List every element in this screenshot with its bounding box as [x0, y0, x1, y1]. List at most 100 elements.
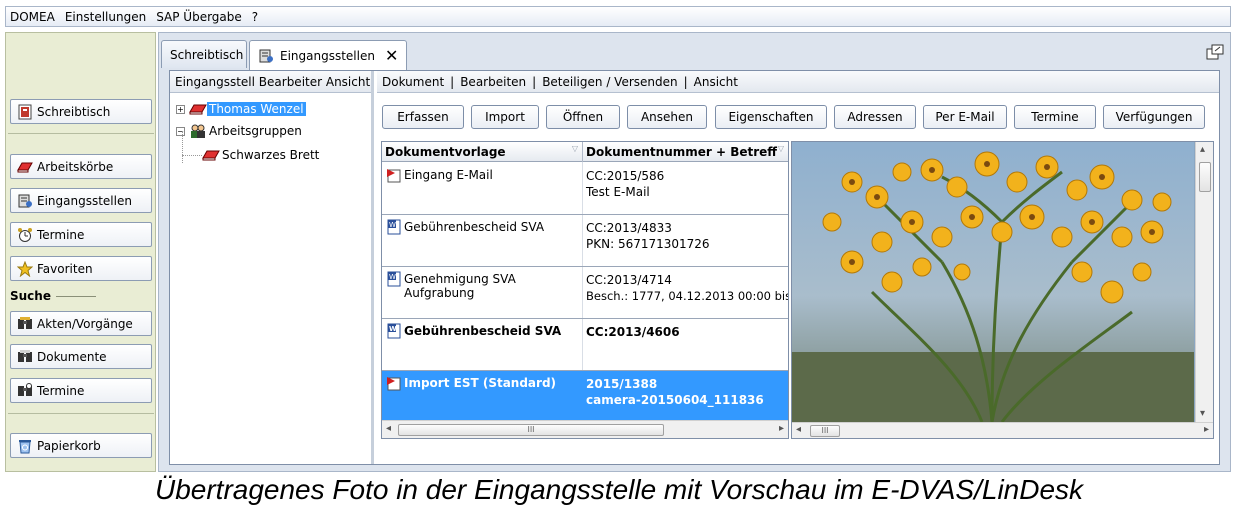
basket-icon: [189, 102, 207, 116]
adressen-button[interactable]: Adressen: [834, 105, 916, 129]
svg-text:W: W: [389, 273, 396, 281]
tree-node-thomas-wenzel[interactable]: + Thomas Wenzel: [176, 100, 306, 118]
nav-label: Papierkorb: [37, 438, 101, 453]
nav-divider: [8, 133, 154, 134]
collapse-icon[interactable]: −: [176, 126, 185, 136]
nav-dokumente-button[interactable]: Dokumente: [10, 344, 152, 369]
scroll-thumb[interactable]: [1199, 162, 1211, 192]
table-row[interactable]: W Genehmigung SVA Aufgrabung CC:2013/471…: [382, 267, 788, 319]
tree-node-schwarzes-brett[interactable]: Schwarzes Brett: [202, 146, 319, 164]
close-tab-icon[interactable]: ✕: [385, 46, 398, 65]
nav-akten-vorgaenge-button[interactable]: Akten/Vorgänge: [10, 311, 152, 336]
cell-betreff: PKN: 567171301726: [586, 237, 710, 251]
menu-separator: |: [532, 74, 537, 89]
document-menu: Dokument | Bearbeiten | Beteiligen / Ver…: [377, 71, 1219, 93]
scroll-thumb[interactable]: III: [810, 425, 840, 437]
table-row[interactable]: W Gebührenbescheid SVA CC:2013/4606: [382, 319, 788, 371]
nav-schreibtisch-button[interactable]: Schreibtisch: [10, 99, 152, 124]
eigenschaften-button[interactable]: Eigenschaften: [715, 105, 827, 129]
scroll-left-icon[interactable]: ◂: [386, 423, 391, 434]
scroll-down-icon[interactable]: ▾: [1200, 408, 1205, 419]
cell-nummer: 2015/1388: [586, 377, 658, 391]
main-area: Schreibtisch Eingangsstellen ✕ Eingangss…: [158, 32, 1231, 472]
nav-eingangsstellen-button[interactable]: Eingangsstellen: [10, 188, 152, 213]
menu-sap-uebergabe[interactable]: SAP Übergabe: [156, 10, 242, 24]
scroll-up-icon[interactable]: ▴: [1200, 144, 1205, 155]
undock-window-icon[interactable]: [1206, 44, 1224, 60]
tree-label: Thomas Wenzel: [207, 102, 306, 116]
tree-label: Arbeitsgruppen: [209, 124, 302, 138]
ansehen-button[interactable]: Ansehen: [627, 105, 707, 129]
sort-icon: ▽: [777, 144, 784, 153]
column-header-dokumentnummer[interactable]: Dokumentnummer + Betreff ▽: [583, 142, 788, 162]
cell-nummer: CC:2013/4833: [586, 221, 672, 235]
tab-label: Eingangsstellen: [280, 48, 375, 63]
tree-label: Schwarzes Brett: [222, 148, 320, 162]
star-icon: [16, 260, 34, 277]
termine-button[interactable]: Termine: [1014, 105, 1096, 129]
table-row[interactable]: W Gebührenbescheid SVA CC:2013/4833 PKN:…: [382, 215, 788, 267]
tree-node-arbeitsgruppen[interactable]: − Arbeitsgruppen: [176, 122, 302, 140]
nav-arbeitskoerbe-button[interactable]: Arbeitskörbe: [10, 154, 152, 179]
nav-label: Akten/Vorgänge: [37, 316, 133, 331]
preview-vertical-scrollbar[interactable]: ▴ ▾: [1195, 142, 1213, 422]
cell-nummer-betreff: 2015/1388 camera-20150604_111836: [586, 376, 786, 408]
nav-label: Arbeitskörbe: [37, 159, 114, 174]
nav-label: Eingangsstellen: [37, 193, 132, 208]
cell-nummer-betreff: CC:2015/586 Test E-Mail: [586, 168, 786, 200]
cell-betreff: Test E-Mail: [586, 185, 650, 199]
scroll-right-icon[interactable]: ▸: [1204, 424, 1209, 435]
table-horizontal-scrollbar[interactable]: ◂ III ▸: [382, 420, 788, 438]
document-table: Dokumentvorlage ▽ Dokumentnummer + Betre…: [381, 141, 789, 439]
column-header-dokumentvorlage[interactable]: Dokumentvorlage ▽: [382, 142, 583, 162]
menu-bearbeiten[interactable]: Bearbeiten: [460, 75, 526, 89]
preview-horizontal-scrollbar[interactable]: ◂ III ▸: [792, 422, 1213, 438]
cell-nummer: CC:2015/586: [586, 169, 665, 183]
basket-icon: [17, 159, 33, 175]
table-row-selected[interactable]: Import EST (Standard) 2015/1388 camera-2…: [382, 371, 788, 421]
nav-termine-button[interactable]: Termine: [10, 222, 152, 247]
menu-beteiligen-versenden[interactable]: Beteiligen / Versenden: [542, 75, 677, 89]
tree-connector: [182, 131, 183, 163]
oeffnen-button[interactable]: Öffnen: [546, 105, 620, 129]
tree-connector: [182, 155, 202, 156]
menu-domea[interactable]: DOMEA: [10, 10, 55, 24]
nav-label: Termine: [37, 383, 85, 398]
cell-nummer: CC:2013/4714: [586, 273, 672, 287]
tab-eingangsstellen[interactable]: Eingangsstellen ✕: [249, 40, 407, 70]
menu-einstellungen[interactable]: Einstellungen: [65, 10, 146, 24]
sort-icon: ▽: [571, 144, 578, 153]
inbox-icon: [258, 48, 274, 64]
verfuegungen-button[interactable]: Verfügungen: [1103, 105, 1205, 129]
erfassen-button[interactable]: Erfassen: [382, 105, 464, 129]
menu-separator: |: [683, 74, 688, 89]
cell-betreff: Besch.: 1777, 04.12.2013 00:00 bis:: [586, 289, 789, 303]
tab-strip: Schreibtisch Eingangsstellen ✕: [159, 33, 1230, 70]
table-row[interactable]: Eingang E-Mail CC:2015/586 Test E-Mail: [382, 163, 788, 215]
image-preview: ▴ ▾ ◂ III ▸: [791, 141, 1214, 439]
scroll-left-icon[interactable]: ◂: [796, 424, 801, 435]
menu-dokument[interactable]: Dokument: [382, 75, 444, 89]
nav-label: Favoriten: [37, 261, 93, 276]
menu-help[interactable]: ?: [252, 10, 258, 24]
cell-nummer-betreff: CC:2013/4606: [586, 324, 786, 340]
nav-papierkorb-button[interactable]: Papierkorb: [10, 433, 152, 458]
word-document-icon: W: [386, 271, 402, 287]
tree-header[interactable]: Eingangsstell Bearbeiter Ansicht: [170, 71, 371, 93]
nav-favoriten-button[interactable]: Favoriten: [10, 256, 152, 281]
tab-label: Schreibtisch: [170, 47, 244, 62]
expand-icon[interactable]: +: [176, 104, 185, 114]
import-button[interactable]: Import: [471, 105, 539, 129]
per-email-button[interactable]: Per E-Mail: [923, 105, 1007, 129]
scroll-thumb[interactable]: III: [398, 424, 664, 436]
svg-text:W: W: [389, 221, 396, 229]
menu-ansicht[interactable]: Ansicht: [694, 75, 738, 89]
column-label: Dokumentnummer + Betreff: [586, 145, 778, 159]
tab-schreibtisch[interactable]: Schreibtisch: [161, 40, 247, 68]
scroll-right-icon[interactable]: ▸: [779, 423, 784, 434]
nav-label: Schreibtisch: [37, 104, 111, 119]
email-import-icon: [386, 167, 402, 183]
nav-search-termine-button[interactable]: Termine: [10, 378, 152, 403]
menubar: DOMEA Einstellungen SAP Übergabe ?: [5, 6, 1231, 27]
word-document-icon: W: [386, 219, 402, 235]
